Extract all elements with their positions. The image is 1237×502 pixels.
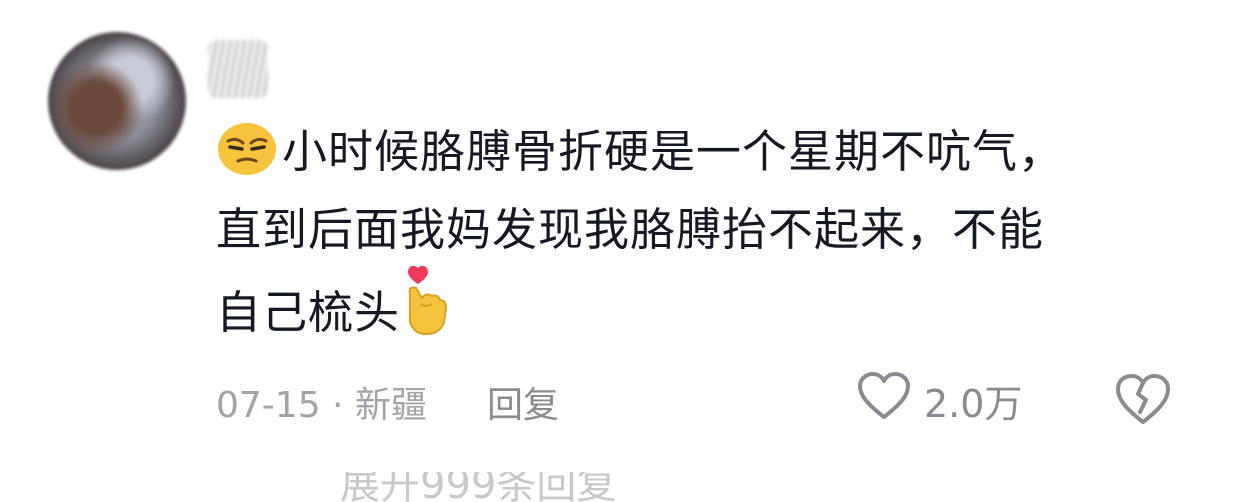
like-count: 2.0万	[924, 381, 1023, 426]
heart-outline-icon	[856, 371, 912, 430]
comment-text: 小时候胳膊骨折硬是一个星期不吭气， 直到后面我妈发现我胳膊抬不起来，不能 自己梳…	[216, 118, 1216, 357]
broken-heart-icon	[1114, 374, 1172, 430]
comment-line-1: 小时候胳膊骨折硬是一个星期不吭气，	[282, 125, 1065, 178]
smirk-face-icon	[216, 119, 278, 196]
heart-hand-icon	[400, 264, 452, 357]
like-button[interactable]: 2.0万	[856, 370, 1022, 430]
expand-replies-link[interactable]: 展开999条回复	[340, 472, 660, 502]
username-blurred[interactable]	[208, 40, 268, 98]
comment-meta: 07-15 · 新疆 回复	[216, 372, 559, 432]
comment-line-3: 自己梳头	[216, 286, 401, 339]
avatar[interactable]	[48, 32, 186, 170]
reply-button[interactable]: 回复	[487, 376, 559, 428]
dislike-button[interactable]	[1114, 372, 1172, 430]
date-location: 07-15 · 新疆	[216, 385, 427, 426]
comment-line-2: 直到后面我妈发现我胳膊抬不起来，不能	[216, 203, 1045, 256]
